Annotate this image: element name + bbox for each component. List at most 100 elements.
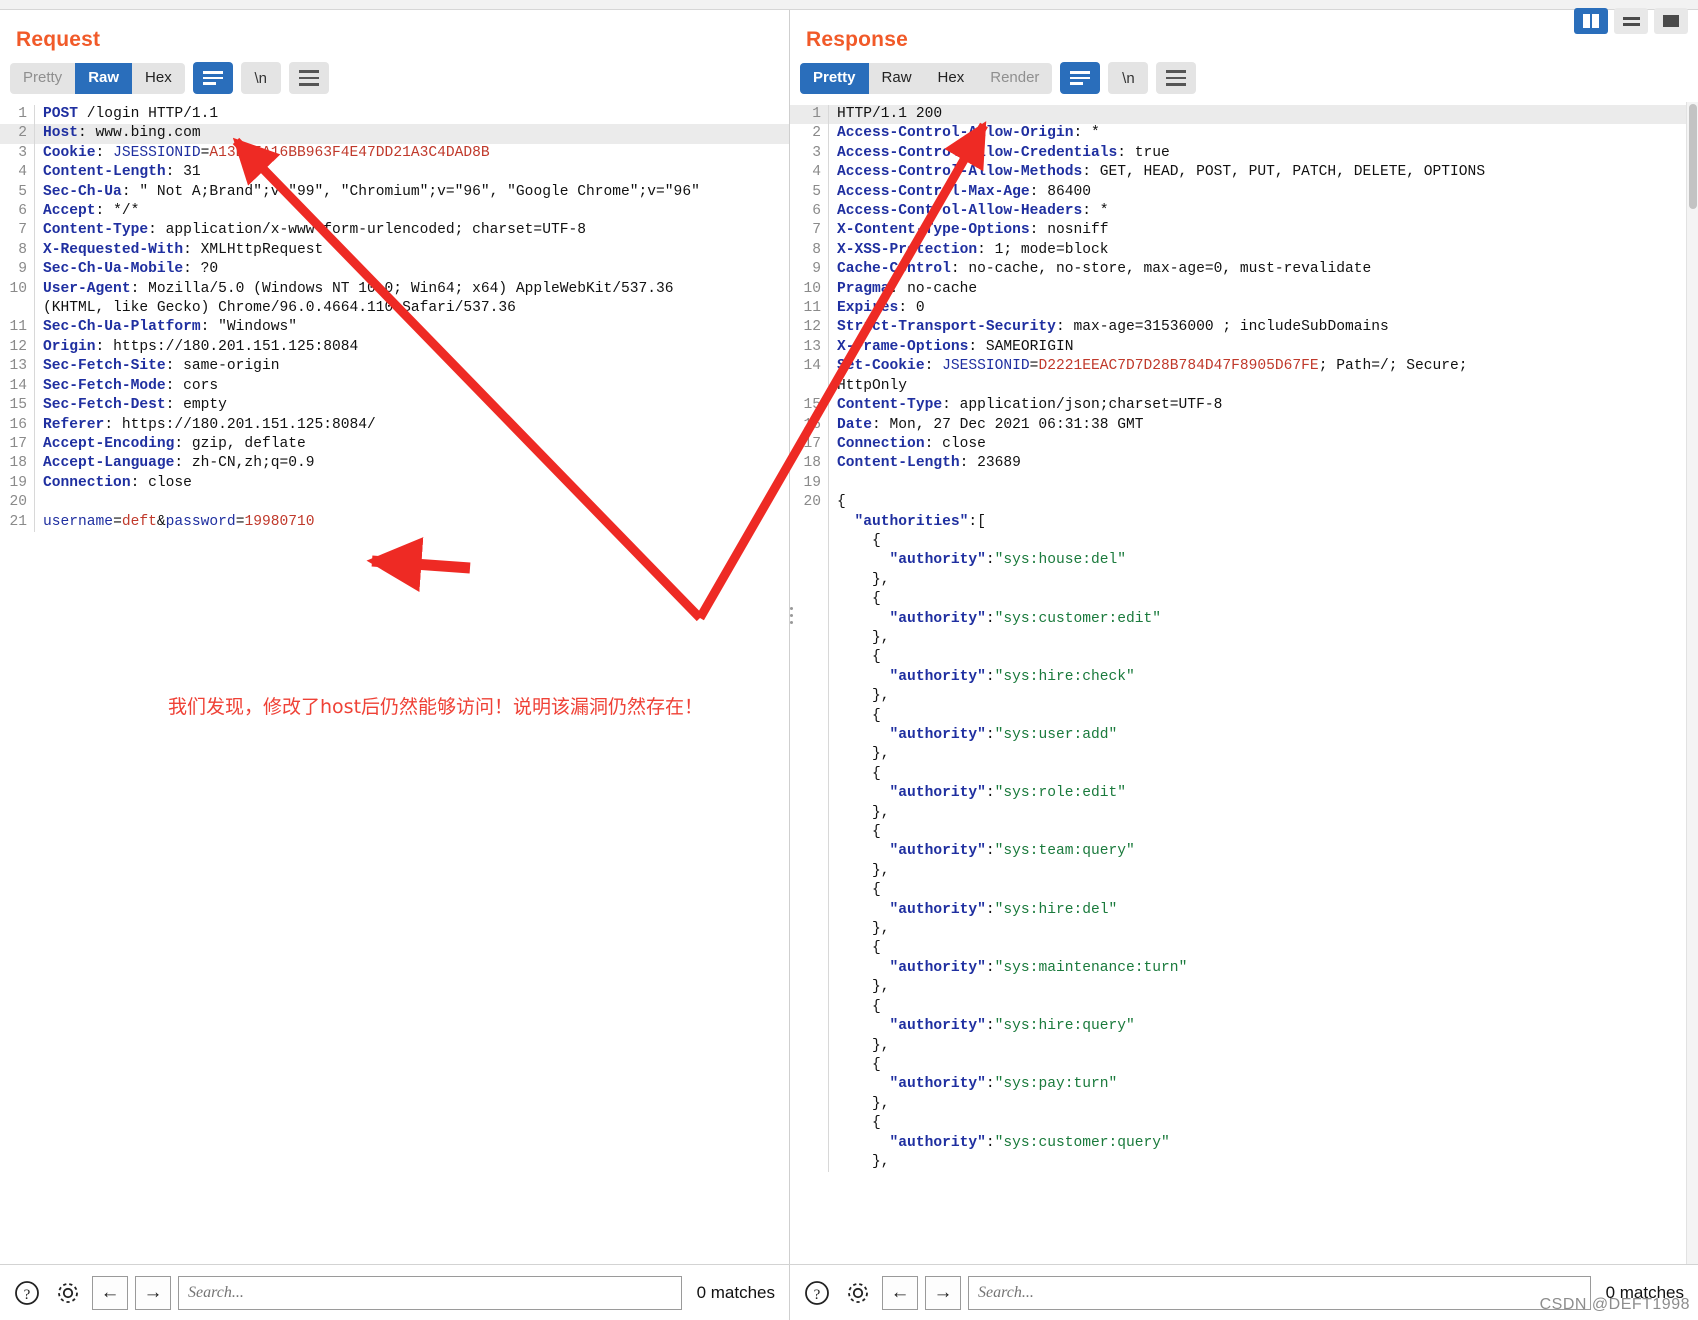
- code-line: 15 Sec-Fetch-Dest: empty: [0, 396, 789, 416]
- code-line: "authority":"sys:role:edit": [790, 784, 1698, 804]
- request-code-area[interactable]: 1 POST /login HTTP/1.1 2 Host: www.bing.com…: [0, 102, 789, 1264]
- code-line: },: [790, 861, 1698, 882]
- request-tab-raw[interactable]: Raw: [75, 62, 133, 94]
- line-number: 21: [9, 513, 27, 530]
- code-line-text: },: [837, 804, 890, 821]
- line-number: 6: [812, 203, 821, 220]
- code-line-text: username=deft&password=19980710: [43, 513, 315, 530]
- code-line-text: Accept-Language: zh-CN,zh;q=0.9: [43, 455, 315, 472]
- line-number: 12: [9, 338, 27, 355]
- code-line: {: [790, 764, 1698, 785]
- response-tab-hex[interactable]: Hex: [925, 63, 978, 94]
- code-line: 7 X-Content-Type-Options: nosniff: [790, 221, 1698, 241]
- code-line: 16 Date: Mon, 27 Dec 2021 06:31:38 GMT: [790, 415, 1698, 435]
- request-title: Request: [16, 28, 101, 51]
- code-line-text: X-Content-Type-Options: nosniff: [837, 222, 1109, 239]
- request-tab-hex[interactable]: Hex: [132, 63, 185, 94]
- response-code-area[interactable]: 1 HTTP/1.1 200 2 Access-Control-Allow-Origi…: [790, 102, 1698, 1264]
- code-line: "authority":"sys:customer:edit": [790, 609, 1698, 629]
- code-line-text: {: [837, 1056, 881, 1073]
- response-toolbar: Pretty Raw Hex Render \n: [790, 60, 1698, 102]
- code-line: },: [790, 570, 1698, 591]
- code-line: 4 Content-Length: 31: [0, 163, 789, 183]
- line-number: 2: [812, 125, 821, 142]
- code-line-text: Sec-Fetch-Dest: empty: [43, 397, 227, 414]
- request-search-input[interactable]: [178, 1275, 682, 1310]
- layout-split-vertical-button[interactable]: [1574, 8, 1608, 34]
- layout-single-button[interactable]: [1654, 8, 1688, 34]
- code-line: "authority":"sys:user:add": [790, 726, 1698, 746]
- response-newline-button[interactable]: \n: [1108, 62, 1149, 94]
- search-next-button[interactable]: →: [135, 1275, 171, 1310]
- code-line-text: },: [837, 629, 890, 646]
- gear-icon[interactable]: [51, 1276, 85, 1310]
- response-search-input[interactable]: [968, 1275, 1591, 1310]
- code-line-text: Content-Type: application/x-www-form-url…: [43, 222, 586, 239]
- code-line: 18 Content-Length: 23689: [790, 454, 1698, 474]
- question-circle-icon[interactable]: ?: [10, 1276, 44, 1310]
- code-line: 20 {: [790, 493, 1698, 513]
- code-line: 17 Accept-Encoding: gzip, deflate: [0, 434, 789, 455]
- code-line-text: "authority":"sys:hire:del": [889, 901, 1118, 918]
- rows-icon: [1622, 16, 1640, 26]
- response-view-tabs: Pretty Raw Hex Render: [800, 62, 1053, 94]
- code-line-text: Cache-Control: no-cache, no-store, max-a…: [837, 261, 1372, 278]
- code-line-text: Strict-Transport-Security: max-age=31536…: [837, 319, 1389, 336]
- code-line-text: },: [837, 1095, 890, 1112]
- line-number: 7: [812, 222, 821, 239]
- burp-repeater-window: Request Pretty Raw Hex \n 1 POST /login …: [0, 0, 1698, 1320]
- code-line-text: Content-Type: application/json;charset=U…: [837, 397, 1223, 414]
- code-line-text: Access-Control-Allow-Methods: GET, HEAD,…: [837, 164, 1486, 181]
- split-vertical-icon: [1583, 14, 1599, 28]
- line-number: 4: [18, 164, 27, 181]
- search-prev-button[interactable]: ←: [92, 1275, 128, 1310]
- pane-splitter-handle[interactable]: [786, 607, 796, 624]
- request-wrap-lines-button[interactable]: [192, 62, 233, 94]
- newline-icon: \n: [254, 69, 267, 87]
- svg-text:?: ?: [814, 1287, 821, 1303]
- gear-icon[interactable]: [841, 1276, 875, 1310]
- line-number: 20: [9, 494, 27, 511]
- code-line-text: },: [837, 1037, 890, 1054]
- request-menu-button[interactable]: [288, 62, 329, 94]
- layout-rows-button[interactable]: [1614, 8, 1648, 34]
- line-number: 3: [18, 144, 27, 161]
- code-line-text: X-Frame-Options: SAMEORIGIN: [837, 338, 1074, 355]
- line-number: 10: [803, 280, 821, 297]
- code-line: 9 Sec-Ch-Ua-Mobile: ?0: [0, 260, 789, 280]
- response-tab-raw[interactable]: Raw: [869, 63, 925, 94]
- line-number: 8: [18, 241, 27, 258]
- code-line-text: Cookie: JSESSIONID=A13D95A16BB963F4E47DD…: [43, 144, 490, 161]
- code-line: 18 Accept-Language: zh-CN,zh;q=0.9: [0, 454, 789, 474]
- code-line: },: [790, 1094, 1698, 1115]
- response-vertical-scrollbar[interactable]: [1686, 102, 1698, 1264]
- code-line: "authority":"sys:team:query": [790, 842, 1698, 862]
- layout-button-group: [1574, 8, 1688, 34]
- response-tab-pretty[interactable]: Pretty: [800, 62, 869, 94]
- line-number: 15: [9, 397, 27, 414]
- search-next-button[interactable]: →: [925, 1275, 961, 1310]
- code-line: 12 Origin: https://180.201.151.125:8084: [0, 337, 789, 358]
- search-prev-button[interactable]: ←: [882, 1275, 918, 1310]
- response-tab-render[interactable]: Render: [977, 63, 1052, 94]
- code-line-text: },: [837, 746, 890, 763]
- line-number: 8: [812, 241, 821, 258]
- code-line: 6 Access-Control-Allow-Headers: *: [790, 202, 1698, 222]
- code-line-text: Sec-Ch-Ua: " Not A;Brand";v="99", "Chrom…: [43, 183, 700, 200]
- code-line: {: [790, 1055, 1698, 1076]
- response-menu-button[interactable]: [1156, 62, 1197, 94]
- code-line: 5 Sec-Ch-Ua: " Not A;Brand";v="99", "Chro…: [0, 182, 789, 203]
- response-wrap-lines-button[interactable]: [1060, 62, 1101, 94]
- scrollbar-thumb[interactable]: [1689, 104, 1697, 209]
- request-newline-button[interactable]: \n: [240, 62, 281, 94]
- code-line: },: [790, 1152, 1698, 1173]
- code-line: },: [790, 745, 1698, 765]
- request-tab-pretty[interactable]: Pretty: [10, 63, 75, 94]
- code-line-text: {: [837, 649, 881, 666]
- line-number: 1: [812, 106, 821, 122]
- code-line-text: User-Agent: Mozilla/5.0 (Windows NT 10.0…: [43, 280, 674, 297]
- line-number: 1: [18, 106, 27, 122]
- line-number: 18: [9, 455, 27, 472]
- question-circle-icon[interactable]: ?: [800, 1276, 834, 1310]
